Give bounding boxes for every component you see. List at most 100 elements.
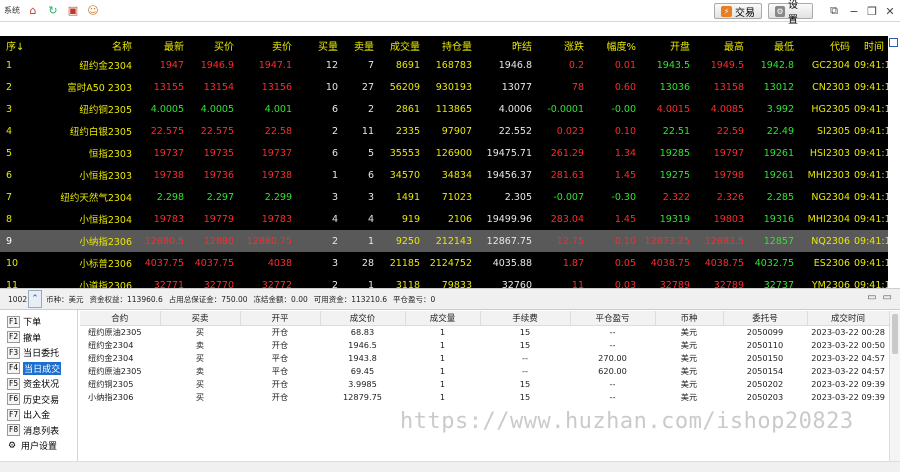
collapse-icon[interactable]: ▭ bbox=[867, 292, 876, 303]
trades-scrollbar[interactable] bbox=[889, 311, 900, 461]
menu-item-label: 出入金 bbox=[23, 411, 51, 422]
avatar-icon[interactable]: ☺ bbox=[86, 4, 100, 18]
account-id: 1002 bbox=[8, 294, 28, 304]
trade-row[interactable]: 纽约原油2305 买 开仓 68.83 1 15 -- 美元 2050099 2023-03-22… bbox=[80, 325, 889, 338]
quote-cell-low: 19261 bbox=[763, 147, 794, 159]
quote-col-header[interactable]: 时间 bbox=[854, 36, 888, 54]
restore-icon[interactable]: ❐ bbox=[864, 3, 880, 19]
quote-cell-oi: 113865 bbox=[435, 103, 472, 115]
quote-cell-askv: 6 bbox=[367, 169, 374, 181]
system-menu[interactable]: 系统 bbox=[4, 5, 20, 16]
quote-row[interactable]: 8 小恒指2304 19783 19779 19783 4 4 919 2106 19499.96… bbox=[0, 208, 888, 230]
menu-item[interactable]: F3 当日委托 bbox=[0, 345, 77, 361]
quote-cell-no: 3 bbox=[6, 103, 13, 115]
column-config-icon[interactable] bbox=[889, 38, 898, 47]
quote-cell-no: 4 bbox=[6, 125, 13, 137]
gear-icon: ⚙ bbox=[7, 440, 17, 451]
quote-col-header[interactable]: 最新 bbox=[136, 36, 188, 54]
title-bar: 系统 ⌂ ↻ ▣ ☺ ⚡ 交易 ⚙ 设置 ⧉ − ❐ ✕ bbox=[0, 0, 900, 26]
quote-scrollbar[interactable] bbox=[888, 36, 900, 288]
trades-col-header[interactable]: 币种 bbox=[655, 311, 724, 326]
quote-row[interactable]: 7 纽约天然气2304 2.298 2.297 2.299 3 3 1491 71023 2.30… bbox=[0, 186, 888, 208]
settings-button[interactable]: ⚙ 设置 bbox=[768, 0, 813, 26]
menu-item[interactable]: F4 当日成交 bbox=[0, 361, 77, 377]
close-pnl-label: 平仓盈亏：0 bbox=[393, 294, 436, 304]
quote-col-header[interactable]: 卖量 bbox=[342, 36, 378, 54]
menu-item[interactable]: F7 出入金 bbox=[0, 407, 77, 423]
quote-col-header[interactable]: 最低 bbox=[748, 36, 798, 54]
menu-item[interactable]: F2 撤单 bbox=[0, 330, 77, 346]
trades-col-header[interactable]: 买卖 bbox=[160, 311, 241, 326]
quote-row[interactable]: 11 小道指2306 32771 32770 32772 2 1 3118 79833 32760… bbox=[0, 274, 888, 289]
quote-row[interactable]: 4 纽约白银2305 22.575 22.575 22.58 2 11 2335 97907 22… bbox=[0, 120, 888, 142]
trade-row[interactable]: 纽约金2304 买 平仓 1943.8 1 -- 270.00 美元 2050150 2023-0… bbox=[80, 351, 889, 364]
trades-col-header[interactable]: 成交价 bbox=[320, 311, 406, 326]
trade-button[interactable]: ⚡ 交易 bbox=[714, 3, 762, 19]
quote-cell-code: YM2306 bbox=[811, 279, 850, 289]
trade-row[interactable]: 纽约原油2305 卖 平仓 69.45 1 -- 620.00 美元 2050154 2023-0… bbox=[80, 364, 889, 377]
trade-button-label: 交易 bbox=[735, 7, 755, 19]
quote-cell-high: 2.326 bbox=[716, 191, 744, 203]
trades-col-header[interactable]: 平仓盈亏 bbox=[570, 311, 656, 326]
quote-cell-prev: 13077 bbox=[501, 81, 532, 93]
quote-row[interactable]: 10 小标普2306 4037.75 4037.75 4038 3 28 21185 21247… bbox=[0, 252, 888, 274]
quote-cell-high: 19803 bbox=[713, 213, 744, 225]
quote-row[interactable]: 2 富时A50 2303 13155 13154 13156 10 27 56209 93019… bbox=[0, 76, 888, 98]
quote-cell-prev: 19456.37 bbox=[486, 169, 532, 181]
quote-col-header[interactable]: 买价 bbox=[188, 36, 238, 54]
quote-cell-ask: 19737 bbox=[261, 147, 292, 159]
quote-col-header[interactable]: 最高 bbox=[694, 36, 748, 54]
layout-icon[interactable]: ▣ bbox=[66, 4, 80, 18]
quote-cell-open: 19319 bbox=[659, 213, 690, 225]
quote-col-header[interactable]: 成交量 bbox=[378, 36, 424, 54]
quote-cell-vol: 2861 bbox=[395, 103, 420, 115]
trade-row[interactable]: 纽约金2304 卖 开仓 1946.5 1 15 -- 美元 2050110 2023-03-22… bbox=[80, 338, 889, 351]
trades-col-header[interactable]: 委托号 bbox=[723, 311, 808, 326]
quote-col-header[interactable]: 开盘 bbox=[640, 36, 694, 54]
trade-cell: 68.83 bbox=[350, 326, 375, 337]
close-icon[interactable]: ✕ bbox=[882, 3, 898, 19]
quote-row[interactable]: 5 恒指2303 19737 19735 19737 6 5 35553 126900 19475… bbox=[0, 142, 888, 164]
menu-item[interactable]: ⚙ 用户设置 bbox=[0, 438, 77, 454]
quote-cell-last: 4037.75 bbox=[144, 257, 184, 269]
quote-cell-bidv: 2 bbox=[296, 230, 342, 252]
trade-cell: 15 bbox=[519, 391, 531, 402]
menu-item[interactable]: F5 资金状况 bbox=[0, 376, 77, 392]
quote-cell-chg: 0.023 bbox=[556, 125, 584, 137]
quote-row[interactable]: 1 纽约金2304 1947 1946.9 1947.1 12 7 8691 168783 194… bbox=[0, 54, 888, 76]
expand-icon[interactable]: ▭ bbox=[883, 292, 892, 303]
quote-row[interactable]: 9 小纳指2306 12880.5 12880 12880.75 2 1 9250 212143… bbox=[0, 230, 888, 252]
quote-cell-bid: 19736 bbox=[203, 169, 234, 181]
quote-col-header[interactable]: 持仓量 bbox=[424, 36, 476, 54]
trades-col-header[interactable]: 手续费 bbox=[480, 311, 571, 326]
minimize-icon[interactable]: − bbox=[846, 3, 862, 19]
menu-item[interactable]: F8 消息列表 bbox=[0, 423, 77, 439]
trade-row[interactable]: 小纳指2306 买 开仓 12879.75 1 15 -- 美元 2050203 2023-03-… bbox=[80, 390, 889, 403]
quote-col-header[interactable]: 卖价 bbox=[238, 36, 296, 54]
quote-col-header[interactable]: 序↓ bbox=[0, 36, 50, 54]
quote-col-header[interactable]: 幅度% bbox=[588, 36, 640, 54]
trades-col-header[interactable]: 合约 bbox=[80, 311, 161, 326]
quote-col-header[interactable]: 名称 bbox=[50, 36, 136, 54]
gear-icon: ⚙ bbox=[775, 5, 785, 17]
quote-col-header[interactable]: 买量 bbox=[296, 36, 342, 54]
menu-item-label: 用户设置 bbox=[21, 442, 58, 453]
quote-col-header[interactable]: 代码 bbox=[798, 36, 854, 54]
refresh-icon[interactable]: ↻ bbox=[46, 4, 60, 18]
trade-row[interactable]: 纽约铜2305 买 开仓 3.9985 1 15 -- 美元 2050202 2023-03-22… bbox=[80, 377, 889, 390]
scroll-thumb[interactable] bbox=[892, 314, 898, 354]
quote-col-header[interactable]: 涨跌 bbox=[536, 36, 588, 54]
quote-cell-bidv: 3 bbox=[331, 191, 338, 203]
trades-col-header[interactable]: 成交时间 bbox=[807, 311, 889, 326]
trades-col-header[interactable]: 成交量 bbox=[405, 311, 481, 326]
trades-col-header[interactable]: 开平 bbox=[240, 311, 321, 326]
account-switch-icon[interactable]: ⌃ bbox=[28, 290, 42, 308]
status-bar bbox=[0, 461, 900, 472]
menu-item[interactable]: F1 下单 bbox=[0, 314, 77, 330]
home-icon[interactable]: ⌂ bbox=[26, 4, 40, 18]
quote-col-header[interactable]: 昨结 bbox=[476, 36, 536, 54]
popout-icon[interactable]: ⧉ bbox=[826, 3, 842, 19]
menu-item[interactable]: F6 历史交易 bbox=[0, 392, 77, 408]
quote-row[interactable]: 3 纽约铜2305 4.0005 4.0005 4.001 6 2 2861 113865 4.0… bbox=[0, 98, 888, 120]
quote-row[interactable]: 6 小恒指2303 19738 19736 19738 1 6 34570 34834 19456… bbox=[0, 164, 888, 186]
